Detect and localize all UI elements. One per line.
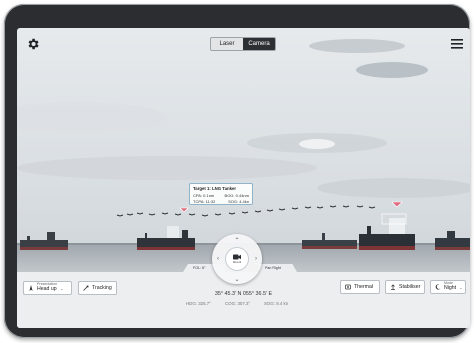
- hamburger-menu-icon[interactable]: [451, 39, 463, 49]
- camera-joystick[interactable]: ⌃ ⌄ ‹ › Record: [212, 234, 262, 284]
- course-readout: COG: 307.3°: [225, 301, 251, 306]
- joystick-right-arrow-icon[interactable]: ›: [252, 255, 260, 263]
- tab-camera[interactable]: Camera: [243, 38, 275, 50]
- position-coordinates: 35° 45.3' N 055° 36.5' E: [214, 291, 273, 297]
- stabiliser-icon: [391, 284, 395, 290]
- top-bar: Laser Camera: [17, 28, 470, 56]
- moon-icon: [435, 284, 441, 290]
- target-title: Target 1: LNG Tanker: [193, 186, 237, 191]
- camera-record-icon: [233, 254, 241, 260]
- thermal-label: Thermal: [354, 284, 374, 290]
- view-mode-toggle: Laser Camera: [210, 37, 276, 51]
- speed-readout: SOG: 8.4 kn: [264, 301, 289, 306]
- target-cpa: CPA: 0.1nm: [193, 193, 215, 198]
- tab-laser[interactable]: Laser: [211, 38, 243, 50]
- camera-view: Laser Camera Target 1: LNG Tanker CPA: 0…: [17, 28, 470, 328]
- chevron-down-icon: ⌄: [459, 284, 463, 290]
- target-bog: BOG: 0.44nm: [224, 193, 249, 198]
- joystick-up-arrow-icon[interactable]: ⌃: [233, 236, 241, 244]
- tablet-device: Laser Camera Target 1: LNG Tanker CPA: 0…: [4, 4, 470, 338]
- joystick-down-arrow-icon[interactable]: ⌄: [233, 275, 241, 283]
- target-info-tag[interactable]: Target 1: LNG Tanker CPA: 0.1nm BOG: 0.4…: [189, 183, 253, 205]
- heading-readout: HDG: 325.7°: [186, 301, 211, 306]
- joystick-left-arrow-icon[interactable]: ‹: [214, 255, 222, 263]
- stabiliser-label: Stabiliser: [399, 284, 421, 290]
- record-button[interactable]: Record: [225, 247, 249, 271]
- target-tcpa: TCPA: 11:32: [193, 199, 216, 204]
- gear-icon[interactable]: [26, 37, 40, 51]
- target-sog: SOG: 4.4kn: [228, 199, 249, 204]
- thermal-icon: [345, 284, 351, 290]
- pan-right-label[interactable]: Pan Right: [259, 264, 297, 272]
- chevron-down-icon: ⌄: [60, 285, 64, 291]
- record-label: Record: [232, 261, 242, 264]
